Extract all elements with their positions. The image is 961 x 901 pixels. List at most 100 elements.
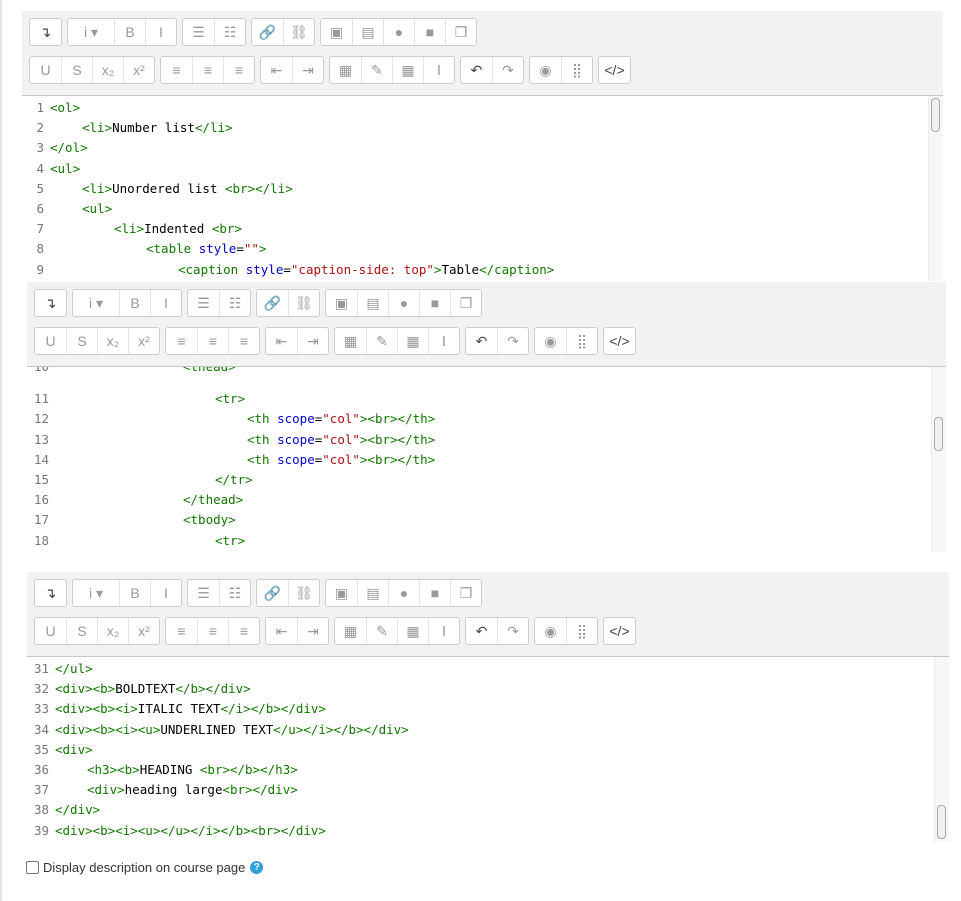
bold-button[interactable]: B (119, 290, 150, 316)
image-button[interactable]: ▣ (326, 580, 357, 606)
clear-formatting-button[interactable]: Ⅰ (423, 57, 454, 83)
redo-button[interactable]: ↷ (497, 618, 528, 644)
superscript-button[interactable]: x² (128, 328, 159, 354)
table-button[interactable]: ▦ (392, 57, 423, 83)
code-editor-pane[interactable]: 10 <thead> 11 <tr> 12 <th scope="col"><br></t… (27, 367, 946, 552)
clear-formatting-button[interactable]: Ⅰ (428, 618, 459, 644)
superscript-button[interactable]: x² (128, 618, 159, 644)
unordered-list-button[interactable]: ☰ (188, 290, 219, 316)
ordered-list-button[interactable]: ☷ (214, 19, 245, 45)
record-video-button[interactable]: ■ (419, 580, 450, 606)
special-character-button[interactable]: ✎ (366, 618, 397, 644)
equation-button[interactable]: ▦ (335, 618, 366, 644)
media-button[interactable]: ▤ (357, 580, 388, 606)
display-description-checkbox[interactable] (26, 861, 39, 874)
align-center-button[interactable]: ≡ (197, 618, 228, 644)
italic-button[interactable]: I (150, 290, 181, 316)
record-audio-button[interactable]: ● (383, 19, 414, 45)
html-button[interactable]: </> (599, 57, 630, 83)
paragraph-style-button[interactable]: i ▾ (73, 580, 119, 606)
outdent-button[interactable]: ⇤ (266, 618, 297, 644)
equation-button[interactable]: ▦ (330, 57, 361, 83)
special-character-button[interactable]: ✎ (366, 328, 397, 354)
accessibility-checker-button[interactable]: ◉ (535, 618, 566, 644)
subscript-button[interactable]: x₂ (97, 618, 128, 644)
link-button[interactable]: 🔗 (257, 290, 288, 316)
superscript-button[interactable]: x² (123, 57, 154, 83)
screenreader-helper-button[interactable]: ⣿ (561, 57, 592, 83)
outdent-button[interactable]: ⇤ (261, 57, 292, 83)
strikethrough-button[interactable]: S (66, 618, 97, 644)
bold-button[interactable]: B (114, 19, 145, 45)
align-right-button[interactable]: ≡ (223, 57, 254, 83)
italic-button[interactable]: I (150, 580, 181, 606)
collapse-button[interactable]: ↴ (30, 19, 61, 45)
paragraph-style-button[interactable]: i ▾ (73, 290, 119, 316)
image-button[interactable]: ▣ (321, 19, 352, 45)
undo-button[interactable]: ↶ (461, 57, 492, 83)
paragraph-style-button[interactable]: i ▾ (68, 19, 114, 45)
scrollbar-thumb[interactable] (931, 98, 940, 132)
link-button[interactable]: 🔗 (252, 19, 283, 45)
display-description-option[interactable]: Display description on course page ? (26, 860, 264, 875)
record-audio-button[interactable]: ● (388, 290, 419, 316)
manage-files-button[interactable]: ❐ (445, 19, 476, 45)
unlink-button[interactable]: ⛓ (283, 19, 314, 45)
scrollbar-thumb[interactable] (937, 805, 946, 839)
link-button[interactable]: 🔗 (257, 580, 288, 606)
vertical-scrollbar[interactable] (934, 657, 949, 842)
help-icon[interactable]: ? (250, 861, 264, 874)
align-right-button[interactable]: ≡ (228, 618, 259, 644)
image-button[interactable]: ▣ (326, 290, 357, 316)
indent-button[interactable]: ⇥ (292, 57, 323, 83)
unordered-list-button[interactable]: ☰ (188, 580, 219, 606)
unlink-button[interactable]: ⛓ (288, 580, 319, 606)
html-button[interactable]: </> (604, 618, 635, 644)
record-audio-button[interactable]: ● (388, 580, 419, 606)
html-button[interactable]: </> (604, 328, 635, 354)
align-left-button[interactable]: ≡ (166, 618, 197, 644)
manage-files-button[interactable]: ❐ (450, 290, 481, 316)
undo-button[interactable]: ↶ (466, 328, 497, 354)
code-editor-pane[interactable]: 1 <ol> 2 <li>Number list</li> 3 </ol> 4 <ul> 5 <l… (22, 96, 943, 281)
scrollbar-thumb[interactable] (934, 417, 943, 451)
accessibility-checker-button[interactable]: ◉ (535, 328, 566, 354)
record-video-button[interactable]: ■ (419, 290, 450, 316)
collapse-button[interactable]: ↴ (35, 290, 66, 316)
underline-button[interactable]: U (30, 57, 61, 83)
equation-button[interactable]: ▦ (335, 328, 366, 354)
underline-button[interactable]: U (35, 618, 66, 644)
subscript-button[interactable]: x₂ (92, 57, 123, 83)
indent-button[interactable]: ⇥ (297, 618, 328, 644)
unordered-list-button[interactable]: ☰ (183, 19, 214, 45)
vertical-scrollbar[interactable] (928, 96, 943, 281)
underline-button[interactable]: U (35, 328, 66, 354)
redo-button[interactable]: ↷ (497, 328, 528, 354)
align-center-button[interactable]: ≡ (192, 57, 223, 83)
screenreader-helper-button[interactable]: ⣿ (566, 328, 597, 354)
undo-button[interactable]: ↶ (466, 618, 497, 644)
align-left-button[interactable]: ≡ (161, 57, 192, 83)
vertical-scrollbar[interactable] (931, 367, 946, 552)
screenreader-helper-button[interactable]: ⣿ (566, 618, 597, 644)
media-button[interactable]: ▤ (352, 19, 383, 45)
special-character-button[interactable]: ✎ (361, 57, 392, 83)
ordered-list-button[interactable]: ☷ (219, 290, 250, 316)
redo-button[interactable]: ↷ (492, 57, 523, 83)
align-right-button[interactable]: ≡ (228, 328, 259, 354)
accessibility-checker-button[interactable]: ◉ (530, 57, 561, 83)
align-center-button[interactable]: ≡ (197, 328, 228, 354)
collapse-button[interactable]: ↴ (35, 580, 66, 606)
code-editor-pane[interactable]: 31 </ul> 32 <div><b>BOLDTEXT</b></div> 33 <di… (27, 657, 949, 842)
strikethrough-button[interactable]: S (66, 328, 97, 354)
align-left-button[interactable]: ≡ (166, 328, 197, 354)
table-button[interactable]: ▦ (397, 618, 428, 644)
unlink-button[interactable]: ⛓ (288, 290, 319, 316)
bold-button[interactable]: B (119, 580, 150, 606)
ordered-list-button[interactable]: ☷ (219, 580, 250, 606)
record-video-button[interactable]: ■ (414, 19, 445, 45)
subscript-button[interactable]: x₂ (97, 328, 128, 354)
clear-formatting-button[interactable]: Ⅰ (428, 328, 459, 354)
strikethrough-button[interactable]: S (61, 57, 92, 83)
outdent-button[interactable]: ⇤ (266, 328, 297, 354)
